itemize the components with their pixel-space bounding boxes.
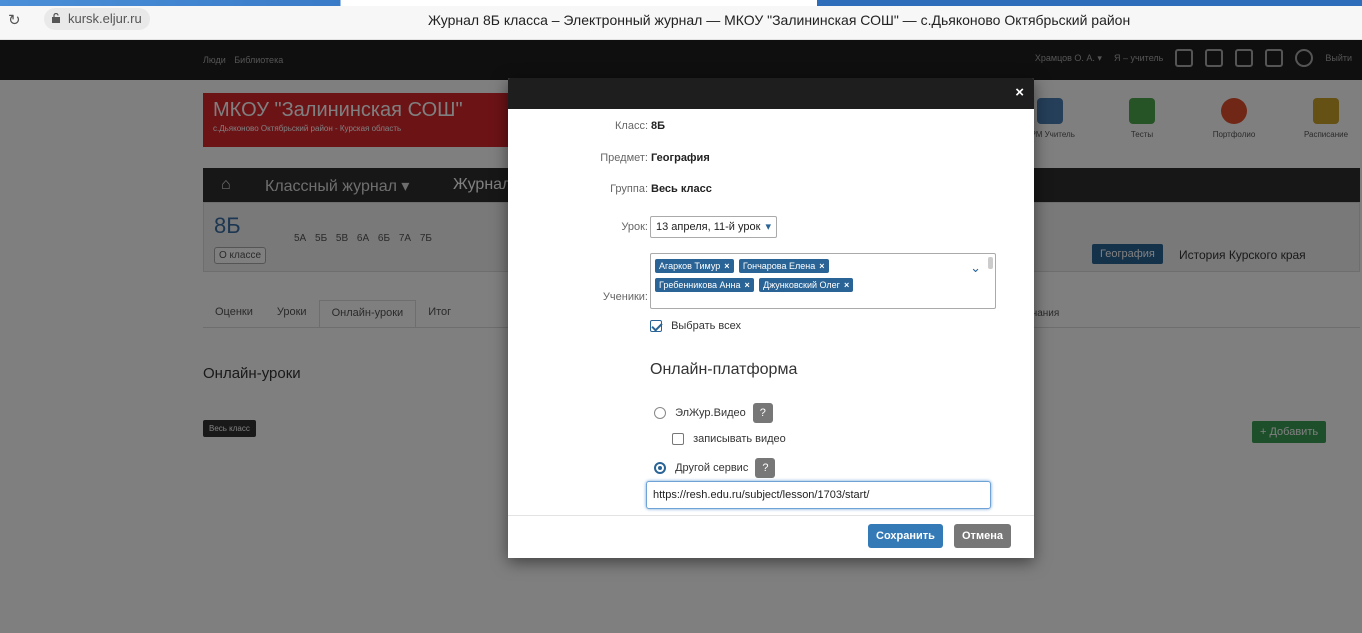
save-button[interactable]: Сохранить bbox=[868, 524, 943, 548]
lock-icon bbox=[52, 13, 60, 23]
other-service-radio[interactable] bbox=[654, 462, 666, 474]
lesson-label: Урок: bbox=[621, 221, 648, 233]
scrollbar[interactable] bbox=[988, 257, 993, 269]
dialog-footer: Сохранить Отмена bbox=[508, 515, 1034, 558]
reload-icon[interactable]: ↻ bbox=[8, 11, 21, 29]
student-chip[interactable]: Гребенникова Анна × bbox=[655, 278, 754, 292]
class-value: 8Б bbox=[651, 120, 666, 132]
subject-value: География bbox=[651, 152, 710, 164]
browser-bar: ↻ kursk.eljur.ru Журнал 8Б класса – Элек… bbox=[0, 0, 1362, 40]
help-bulb-icon[interactable]: ? bbox=[752, 403, 773, 423]
video-label: ЭлЖур.Видео bbox=[675, 406, 746, 419]
student-chip[interactable]: Гончарова Елена × bbox=[738, 259, 829, 273]
remove-icon[interactable]: × bbox=[724, 261, 729, 271]
dialog-header: × bbox=[508, 78, 1034, 109]
select-all-row[interactable]: Выбрать всех bbox=[650, 320, 950, 333]
address-bar[interactable]: kursk.eljur.ru bbox=[44, 8, 150, 30]
lesson-select-value: 13 апреля, 11-й урок bbox=[656, 221, 761, 233]
chevron-down-icon[interactable]: ⌄ bbox=[970, 260, 981, 276]
browser-top-strip bbox=[0, 0, 1362, 6]
cancel-button[interactable]: Отмена bbox=[954, 524, 1011, 548]
chevron-down-icon: ▾ bbox=[765, 221, 772, 233]
address-text: kursk.eljur.ru bbox=[68, 11, 142, 26]
students-multiselect[interactable]: Агарков Тимур × Гончарова Елена × Гребенни… bbox=[650, 253, 996, 309]
platform-video-option[interactable]: ЭлЖур.Видео ? bbox=[654, 403, 954, 423]
platform-title: Онлайн-платформа bbox=[650, 361, 798, 378]
lesson-select[interactable]: 13 апреля, 11-й урок ▾ bbox=[650, 216, 778, 238]
remove-icon[interactable]: × bbox=[844, 280, 849, 290]
online-lesson-dialog: × Класс: 8Б Предмет: География Группа: В… bbox=[508, 78, 1034, 558]
close-icon[interactable]: × bbox=[1015, 84, 1024, 101]
other-service-label: Другой сервис bbox=[675, 461, 749, 474]
record-video-label: записывать видео bbox=[693, 433, 786, 445]
platform-other-option[interactable]: Другой сервис ? bbox=[654, 458, 954, 478]
record-video-checkbox[interactable] bbox=[672, 433, 684, 446]
service-url-input[interactable] bbox=[646, 481, 991, 509]
subject-label: Предмет: bbox=[600, 152, 648, 164]
record-video-option[interactable]: записывать видео bbox=[672, 433, 972, 446]
select-all-label: Выбрать всех bbox=[671, 320, 742, 332]
select-all-checkbox[interactable] bbox=[650, 320, 662, 333]
group-value: Весь класс bbox=[651, 183, 712, 195]
students-label: Ученики: bbox=[602, 291, 648, 303]
student-chip[interactable]: Джунковский Олег × bbox=[759, 278, 854, 292]
video-radio[interactable] bbox=[654, 407, 666, 419]
group-label: Группа: bbox=[610, 183, 648, 195]
class-label: Класс: bbox=[615, 120, 648, 132]
page-title: Журнал 8Б класса – Электронный журнал — … bbox=[428, 12, 1131, 28]
remove-icon[interactable]: × bbox=[819, 261, 824, 271]
remove-icon[interactable]: × bbox=[744, 280, 749, 290]
help-bulb-icon[interactable]: ? bbox=[755, 458, 776, 478]
student-chip[interactable]: Агарков Тимур × bbox=[655, 259, 734, 273]
